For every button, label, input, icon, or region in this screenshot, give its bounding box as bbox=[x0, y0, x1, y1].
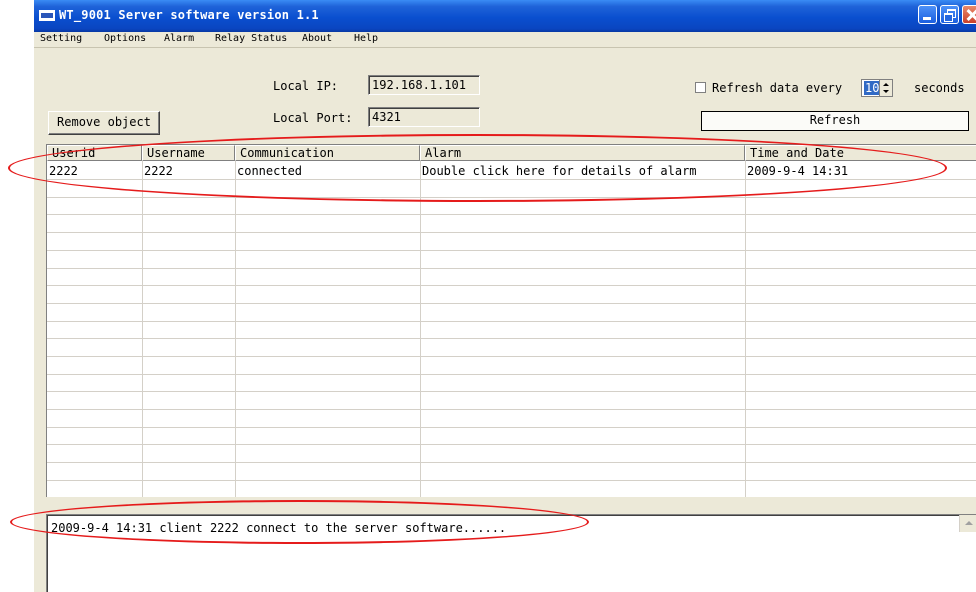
menu-options[interactable]: Options bbox=[104, 33, 146, 44]
cell-alarm[interactable]: Double click here for details of alarm bbox=[422, 163, 697, 179]
restore-button[interactable] bbox=[940, 5, 959, 24]
cell-communication[interactable]: connected bbox=[237, 163, 302, 179]
grid-column-line bbox=[420, 161, 421, 497]
close-button[interactable] bbox=[962, 5, 976, 24]
local-port-field[interactable]: 4321 bbox=[368, 107, 480, 127]
column-username[interactable]: Username bbox=[142, 145, 235, 161]
grid-row-line bbox=[47, 232, 976, 233]
spin-up-icon[interactable] bbox=[883, 83, 889, 86]
scroll-up-icon[interactable] bbox=[959, 515, 976, 532]
grid-column-line bbox=[142, 161, 143, 497]
grid-row-line bbox=[47, 303, 976, 304]
grid-row-line bbox=[47, 250, 976, 251]
window-title: WT_9001 Server software version 1.1 bbox=[59, 8, 319, 22]
local-ip-field[interactable]: 192.168.1.101 bbox=[368, 75, 480, 95]
grid-row-line bbox=[47, 268, 976, 269]
grid-row-line bbox=[47, 480, 976, 481]
title-bar[interactable]: WT_9001 Server software version 1.1 bbox=[34, 0, 976, 32]
seconds-label: seconds bbox=[914, 81, 965, 95]
grid-row-line bbox=[47, 214, 976, 215]
grid-row-line bbox=[47, 462, 976, 463]
grid-row-line bbox=[47, 374, 976, 375]
grid-row-line bbox=[47, 427, 976, 428]
minimize-button[interactable] bbox=[918, 5, 937, 24]
refresh-interval-value[interactable]: 10 bbox=[864, 81, 881, 95]
refresh-checkbox[interactable] bbox=[695, 82, 706, 93]
app-icon bbox=[39, 10, 55, 21]
menu-alarm[interactable]: Alarm bbox=[164, 33, 194, 44]
local-port-label: Local Port: bbox=[273, 111, 353, 125]
refresh-button[interactable]: Refresh bbox=[701, 111, 969, 131]
cell-userid[interactable]: 2222 bbox=[49, 163, 78, 179]
grid-row-line bbox=[47, 179, 976, 180]
grid-row-line bbox=[47, 356, 976, 357]
grid-row-line bbox=[47, 338, 976, 339]
menu-relay-status[interactable]: Relay Status bbox=[215, 33, 287, 44]
table-header: Userid Username Communication Alarm Time… bbox=[47, 145, 976, 161]
column-time-and-date[interactable]: Time and Date bbox=[745, 145, 976, 161]
log-line: 2009-9-4 14:31 client 2222 connect to th… bbox=[51, 521, 507, 535]
menu-setting[interactable]: Setting bbox=[40, 33, 82, 44]
grid-row-line bbox=[47, 285, 976, 286]
cell-username[interactable]: 2222 bbox=[144, 163, 173, 179]
refresh-checkbox-label: Refresh data every bbox=[712, 81, 843, 95]
spin-down-icon[interactable] bbox=[883, 90, 889, 93]
spinner-arrows[interactable] bbox=[879, 80, 892, 96]
grid-row-line bbox=[47, 321, 976, 322]
column-alarm[interactable]: Alarm bbox=[420, 145, 745, 161]
local-ip-label: Local IP: bbox=[273, 79, 339, 93]
menu-help[interactable]: Help bbox=[354, 33, 378, 44]
grid-row-line bbox=[47, 409, 976, 410]
menu-about[interactable]: About bbox=[302, 33, 332, 44]
log-panel[interactable]: 2009-9-4 14:31 client 2222 connect to th… bbox=[46, 514, 976, 592]
refresh-interval-spinner[interactable]: 10 bbox=[861, 79, 893, 97]
grid-row-line bbox=[47, 391, 976, 392]
column-userid[interactable]: Userid bbox=[47, 145, 142, 161]
objects-table[interactable]: Userid Username Communication Alarm Time… bbox=[46, 144, 976, 497]
menu-bar: Setting Options Alarm Relay Status About… bbox=[34, 32, 976, 48]
remove-object-button[interactable]: Remove object bbox=[48, 111, 160, 135]
column-communication[interactable]: Communication bbox=[235, 145, 420, 161]
grid-column-line bbox=[235, 161, 236, 497]
app-window: WT_9001 Server software version 1.1 Sett… bbox=[34, 0, 976, 592]
cell-time-and-date[interactable]: 2009-9-4 14:31 bbox=[747, 163, 848, 179]
grid-row-line bbox=[47, 197, 976, 198]
grid-column-line bbox=[745, 161, 746, 497]
grid-row-line bbox=[47, 444, 976, 445]
